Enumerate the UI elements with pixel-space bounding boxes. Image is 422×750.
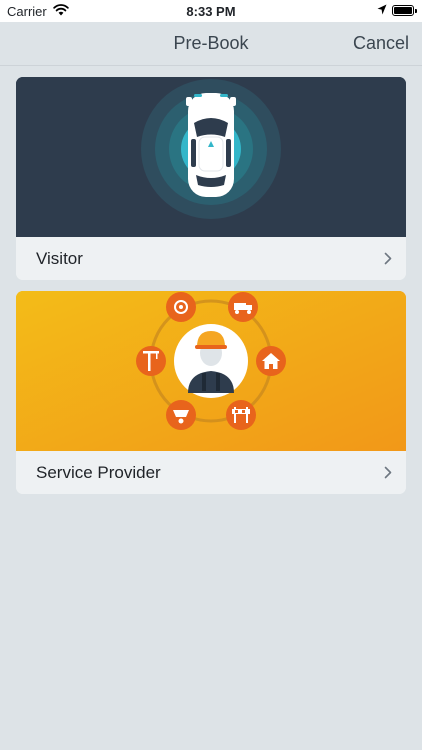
chevron-right-icon (384, 466, 392, 479)
status-time: 8:33 PM (186, 4, 236, 19)
service-provider-row: Service Provider (16, 451, 406, 494)
status-bar: Carrier 8:33 PM (0, 0, 422, 22)
service-provider-card[interactable]: Service Provider (16, 291, 406, 494)
barrier-icon (226, 400, 256, 430)
gear-icon (166, 292, 196, 322)
chevron-right-icon (384, 252, 392, 265)
truck-icon (228, 292, 258, 322)
wheelbarrow-icon (166, 400, 196, 430)
crane-icon (136, 346, 166, 376)
location-arrow-icon (377, 4, 387, 15)
battery-icon (392, 5, 417, 16)
house-icon (256, 346, 286, 376)
cancel-button[interactable]: Cancel (353, 33, 409, 54)
service-provider-label: Service Provider (36, 463, 161, 482)
visitor-row: Visitor (16, 237, 406, 280)
car-illustration (16, 77, 406, 237)
visitor-card[interactable]: Visitor (16, 77, 406, 280)
visitor-label: Visitor (36, 249, 83, 268)
worker-illustration (16, 291, 406, 451)
navigation-bar: Pre-Book Cancel (0, 22, 422, 66)
